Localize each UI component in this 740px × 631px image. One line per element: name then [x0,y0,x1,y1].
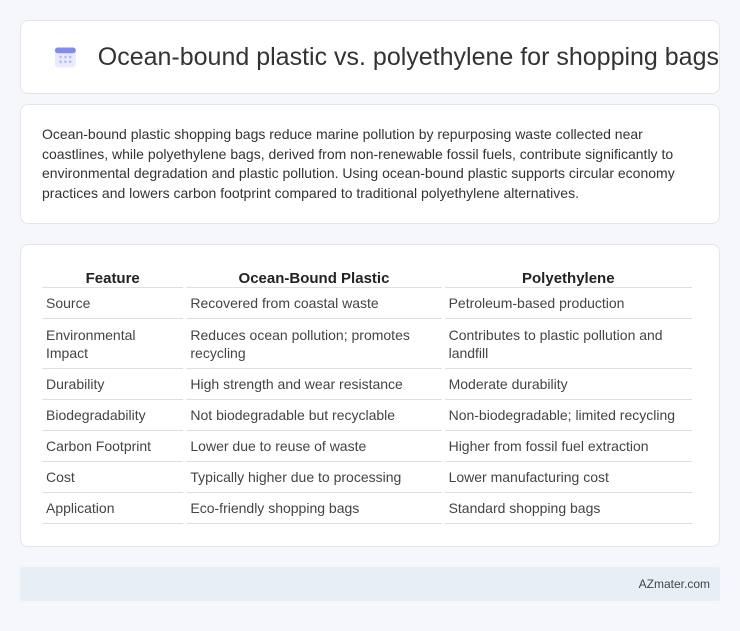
polyethylene-cell: Non-biodegradable; limited recycling [444,400,692,431]
table-row: Biodegradability Not biodegradable but r… [42,400,692,431]
table-row: Durability High strength and wear resist… [42,369,692,400]
polyethylene-cell: Moderate durability [444,369,692,400]
title-card: Ocean-bound plastic vs. polyethylene for… [20,20,720,94]
calendar-icon [54,47,76,68]
table-row: Carbon Footprint Lower due to reuse of w… [42,431,692,462]
ocean-bound-cell: High strength and wear resistance [186,369,442,400]
footer-brand[interactable]: AZmater.com [639,577,710,591]
intro-text: Ocean-bound plastic shopping bags reduce… [42,126,675,201]
ocean-bound-cell: Not biodegradable but recyclable [186,400,442,431]
feature-cell: Carbon Footprint [42,431,184,462]
feature-cell: Durability [42,369,184,400]
table-row: Source Recovered from coastal waste Petr… [42,288,692,319]
polyethylene-cell: Contributes to plastic pollution and lan… [444,319,692,369]
table-row: Cost Typically higher due to processing … [42,462,692,493]
ocean-bound-cell: Typically higher due to processing [186,462,442,493]
feature-cell: Biodegradability [42,400,184,431]
ocean-bound-cell: Eco-friendly shopping bags [186,493,442,524]
intro-card: Ocean-bound plastic shopping bags reduce… [20,104,720,224]
comparison-card: Feature Ocean-Bound Plastic Polyethylene… [20,244,720,547]
column-header-ocean-bound: Ocean-Bound Plastic [186,265,442,288]
feature-cell: Cost [42,462,184,493]
feature-cell: Application [42,493,184,524]
polyethylene-cell: Higher from fossil fuel extraction [444,431,692,462]
polyethylene-cell: Lower manufacturing cost [444,462,692,493]
table-row: Environmental Impact Reduces ocean pollu… [42,319,692,369]
table-row: Application Eco-friendly shopping bags S… [42,493,692,524]
column-header-polyethylene: Polyethylene [444,265,692,288]
table-header-row: Feature Ocean-Bound Plastic Polyethylene [42,265,692,288]
polyethylene-cell: Petroleum-based production [444,288,692,319]
comparison-table: Feature Ocean-Bound Plastic Polyethylene… [39,265,695,524]
ocean-bound-cell: Lower due to reuse of waste [186,431,442,462]
feature-cell: Source [42,288,184,319]
ocean-bound-cell: Recovered from coastal waste [186,288,442,319]
feature-cell: Environmental Impact [42,319,184,369]
column-header-feature: Feature [42,265,184,288]
ocean-bound-cell: Reduces ocean pollution; promotes recycl… [186,319,442,369]
page-title: Ocean-bound plastic vs. polyethylene for… [97,42,719,71]
footer-bar: AZmater.com [20,567,720,601]
polyethylene-cell: Standard shopping bags [444,493,692,524]
